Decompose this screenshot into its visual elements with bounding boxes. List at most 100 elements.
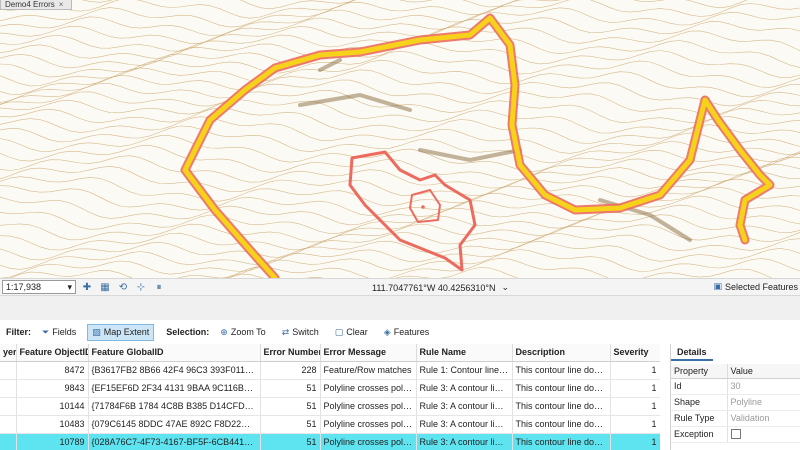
table-row-selected[interactable]: 10789 {028A76C7-4F73-4167-BF5F-6CB441C2 5… bbox=[0, 433, 660, 450]
pane-splitter[interactable] bbox=[0, 296, 800, 320]
table-cell bbox=[0, 433, 17, 450]
details-row: Rule Type Validation bbox=[671, 410, 800, 427]
switch-icon: ⇄ bbox=[281, 326, 290, 337]
table-cell: Polyline crosses polyline bbox=[320, 433, 417, 450]
table-cell: 51 bbox=[260, 433, 321, 450]
column-header[interactable]: yer bbox=[0, 344, 17, 362]
table-cell: Polyline crosses polyline bbox=[320, 397, 417, 416]
table-cell: Rule 1: Contour line ne... bbox=[416, 361, 513, 380]
column-header[interactable]: Feature GlobalID bbox=[88, 344, 261, 362]
table-cell: {71784F6B 1784 4C8B B385 D14CFDC026D6} bbox=[88, 397, 261, 416]
details-table: Property Value Id 30 Shape Polyline Rule… bbox=[671, 364, 800, 443]
column-header[interactable]: Description bbox=[512, 344, 611, 362]
map-canvas[interactable] bbox=[0, 0, 800, 278]
table-cell: 1 bbox=[610, 433, 660, 450]
table-cell bbox=[0, 379, 17, 398]
table-row[interactable]: 10144 {71784F6B 1784 4C8B B385 D14CFDC02… bbox=[0, 397, 660, 416]
column-header[interactable]: Severity bbox=[610, 344, 660, 362]
contour-line bbox=[0, 241, 800, 278]
table-cell: Polyline crosses polyline bbox=[320, 415, 417, 434]
error-point bbox=[421, 205, 425, 209]
details-row: Exception bbox=[671, 426, 800, 443]
fields-button[interactable]: ⏷ Fields bbox=[37, 324, 81, 341]
map-tab[interactable]: Demo4 Errors × bbox=[0, 0, 73, 10]
contour-line bbox=[0, 224, 800, 261]
table-cell: 1 bbox=[610, 397, 660, 416]
table-cell: {079C6145 8DDC 47AE 892C F8D22C57B486} bbox=[88, 415, 261, 434]
fields-button-label: Fields bbox=[52, 327, 77, 337]
column-header[interactable]: Error Message bbox=[320, 344, 417, 362]
error-table: yer Feature ObjectID Feature GlobalID Er… bbox=[0, 344, 660, 450]
coordinates-text: 111.7047761°W 40.4256310°N bbox=[372, 282, 496, 293]
table-cell: Rule 3: A contour line s... bbox=[416, 415, 513, 434]
property-value: 30 bbox=[727, 378, 800, 395]
table-cell: This contour line does... bbox=[512, 379, 611, 398]
table-cell: 9843 bbox=[16, 379, 89, 398]
map-status-bar: 1:17,938 ▾ ✚ ▦ ⟲ ⊹ ⏸ 111.7047761°W 40.42… bbox=[0, 278, 800, 296]
property-name: Shape bbox=[671, 394, 728, 411]
coordinate-readout: 111.7047761°W 40.4256310°N ⌄ bbox=[372, 282, 509, 293]
table-cell: This contour line does... bbox=[512, 397, 611, 416]
contour-line bbox=[224, 267, 519, 278]
chevron-down-icon: ▾ bbox=[67, 281, 72, 292]
table-row[interactable]: 8472 {B3617FB2 8B66 42F4 96C3 393F01165B… bbox=[0, 361, 660, 380]
switch-button[interactable]: ⇄ Switch bbox=[277, 324, 324, 341]
table-cell: 228 bbox=[260, 361, 321, 380]
ridge-shading bbox=[298, 93, 412, 112]
selected-features-label: Selected Features bbox=[724, 281, 798, 292]
property-name: Rule Type bbox=[671, 410, 728, 427]
property-name: Exception bbox=[671, 426, 728, 443]
column-header[interactable]: Feature ObjectID bbox=[16, 344, 89, 362]
table-cell bbox=[0, 415, 17, 434]
table-cell: 10483 bbox=[16, 415, 89, 434]
switch-button-label: Switch bbox=[292, 327, 319, 337]
features-icon: ◈ bbox=[383, 326, 391, 337]
table-cell: 8472 bbox=[16, 361, 89, 380]
pause-icon[interactable]: ⏸ bbox=[152, 281, 166, 293]
column-header: Property bbox=[671, 364, 728, 379]
add-point-icon[interactable]: ⊹ bbox=[134, 281, 148, 293]
map-extent-button[interactable]: ▨ Map Extent bbox=[87, 323, 155, 341]
contour-line bbox=[0, 0, 800, 28]
features-button[interactable]: ◈ Features bbox=[379, 324, 434, 341]
table-cell: 10144 bbox=[16, 397, 89, 416]
chevron-down-icon[interactable]: ⌄ bbox=[501, 282, 509, 293]
table-header-row: yer Feature ObjectID Feature GlobalID Er… bbox=[0, 344, 660, 362]
grid-snap-icon[interactable]: ✚ bbox=[80, 281, 94, 293]
features-button-label: Features bbox=[393, 327, 430, 337]
close-icon[interactable]: × bbox=[59, 0, 64, 9]
contour-line bbox=[0, 125, 800, 164]
map-extent-button-label: Map Extent bbox=[103, 327, 150, 337]
table-cell: This contour line does... bbox=[512, 361, 611, 380]
table-row[interactable]: 10483 {079C6145 8DDC 47AE 892C F8D22C57B… bbox=[0, 415, 660, 434]
column-header[interactable]: Error Number bbox=[260, 344, 321, 362]
contour-line bbox=[0, 69, 800, 107]
rotation-icon[interactable]: ⟲ bbox=[116, 281, 130, 293]
tab-details[interactable]: Details bbox=[671, 344, 713, 361]
table-cell: Rule 3: A contour line s... bbox=[416, 433, 513, 450]
filter-label: Filter: bbox=[6, 327, 32, 337]
column-header[interactable]: Rule Name bbox=[416, 344, 513, 362]
table-cell: This contour line does... bbox=[512, 415, 611, 434]
clear-button-label: Clear bbox=[346, 327, 368, 337]
details-pane: Details Property Value Id 30 Shape Polyl… bbox=[670, 344, 800, 450]
map-tab-title: Demo4 Errors bbox=[5, 0, 55, 9]
error-polygon-inner bbox=[409, 189, 441, 223]
selected-features-indicator[interactable]: ▣ Selected Features bbox=[713, 281, 798, 292]
clear-button[interactable]: ▢ Clear bbox=[330, 324, 373, 341]
scale-dropdown[interactable]: 1:17,938 ▾ bbox=[2, 280, 76, 294]
property-value: Validation bbox=[727, 410, 800, 427]
map-extent-icon: ▨ bbox=[92, 326, 101, 337]
table-grid-icon[interactable]: ▦ bbox=[98, 281, 112, 293]
table-row[interactable]: 9843 {EF15EF6D 2F34 4131 9BAA 9C116B1162… bbox=[0, 379, 660, 398]
clear-selection-icon: ▢ bbox=[334, 326, 344, 337]
contour-line bbox=[0, 116, 800, 154]
property-value: Polyline bbox=[727, 394, 800, 411]
table-cell: 10789 bbox=[16, 433, 89, 450]
contour-line bbox=[0, 0, 800, 36]
map-view[interactable]: Demo4 Errors × bbox=[0, 0, 800, 278]
zoom-to-button[interactable]: ⊕ Zoom To bbox=[215, 324, 270, 341]
table-cell: This contour line does... bbox=[512, 433, 611, 450]
funnel-icon: ⏷ bbox=[42, 326, 50, 337]
exception-checkbox[interactable] bbox=[730, 429, 741, 440]
